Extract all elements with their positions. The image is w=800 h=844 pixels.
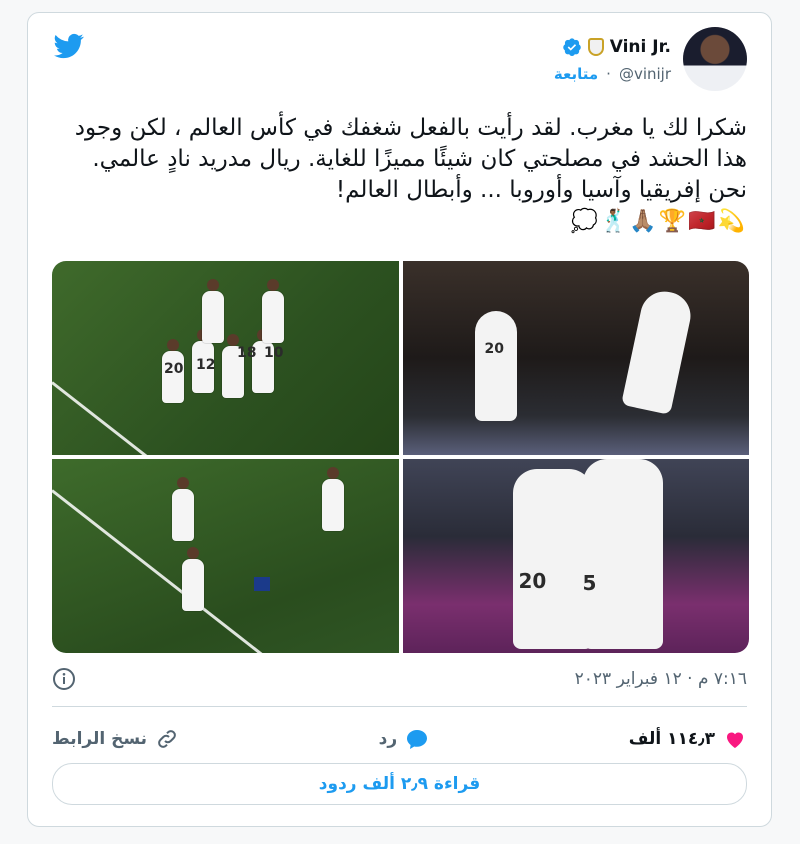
tweet-emojis: 💫🇲🇦🏆🙏🏽🕺🏾💭	[570, 209, 747, 234]
photo-celebration-group[interactable]: 20 12 18 10	[52, 261, 399, 455]
copy-link-label: نسخ الرابط	[52, 729, 148, 749]
like-count: ١١٤٫٣ ألف	[628, 729, 715, 749]
separator-dot: ·	[606, 65, 611, 83]
timestamp-row: ٧:١٦ م · ١٢ فبراير ٢٠٢٣	[52, 665, 747, 693]
player	[474, 311, 517, 421]
avatar[interactable]	[683, 27, 747, 91]
author-handle-row: متابعة · @vinijr	[554, 65, 671, 83]
player	[262, 279, 284, 343]
player	[172, 477, 194, 541]
author-handle[interactable]: @vinijr	[619, 65, 671, 83]
shirt-number: 20	[518, 569, 547, 593]
shirt-number: 18	[237, 345, 257, 361]
verified-badge-icon	[562, 38, 581, 56]
photo-embrace[interactable]: 20 5	[402, 459, 749, 653]
photo-celebration-crowd[interactable]: 20	[402, 261, 749, 455]
read-replies-button[interactable]: قراءة ٢٫٩ ألف ردود	[52, 763, 747, 805]
author-name: Vini Jr.	[609, 37, 671, 57]
twitter-bird-icon[interactable]	[52, 31, 86, 61]
reply-label: رد	[378, 729, 398, 749]
link-icon	[158, 730, 176, 748]
player	[202, 279, 224, 343]
copy-link-button[interactable]: نسخ الرابط	[52, 727, 179, 751]
reply-icon	[407, 730, 428, 749]
shirt-number: 12	[196, 357, 216, 373]
follow-link[interactable]: متابعة	[554, 65, 598, 83]
shirt-number: 20	[484, 341, 504, 357]
player	[512, 469, 593, 649]
shirt-number: 5	[582, 571, 597, 595]
info-icon[interactable]	[52, 667, 76, 691]
shirt-number: 20	[164, 361, 184, 377]
player	[582, 459, 663, 649]
pitch-line	[52, 489, 290, 653]
media-grid[interactable]: 20 12 18 10 20 20 5	[52, 261, 749, 653]
reply-button[interactable]: رد	[379, 727, 430, 751]
heart-icon	[727, 732, 743, 748]
divider	[52, 706, 747, 707]
shirt-number: 10	[264, 345, 284, 361]
player	[620, 287, 695, 415]
photo-corner-celebration[interactable]	[52, 459, 399, 653]
author-name-row[interactable]: Vini Jr.	[562, 37, 671, 57]
timestamp[interactable]: ٧:١٦ م · ١٢ فبراير ٢٠٢٣	[575, 669, 747, 689]
action-bar: نسخ الرابط رد ١١٤٫٣ ألف	[52, 719, 747, 759]
tweet-text: شكرا لك يا مغرب. لقد رأيت بالفعل شغفك في…	[52, 113, 747, 237]
player	[182, 547, 204, 611]
player	[322, 467, 344, 531]
corner-flag	[254, 577, 270, 591]
club-crest-icon	[587, 38, 604, 56]
like-button[interactable]: ١١٤٫٣ ألف	[629, 727, 747, 751]
player	[162, 339, 184, 403]
tweet-card: Vini Jr. متابعة · @vinijr شكرا لك يا مغر…	[27, 12, 772, 827]
tweet-body: شكرا لك يا مغرب. لقد رأيت بالفعل شغفك في…	[74, 115, 747, 203]
pitch-line	[52, 381, 156, 455]
